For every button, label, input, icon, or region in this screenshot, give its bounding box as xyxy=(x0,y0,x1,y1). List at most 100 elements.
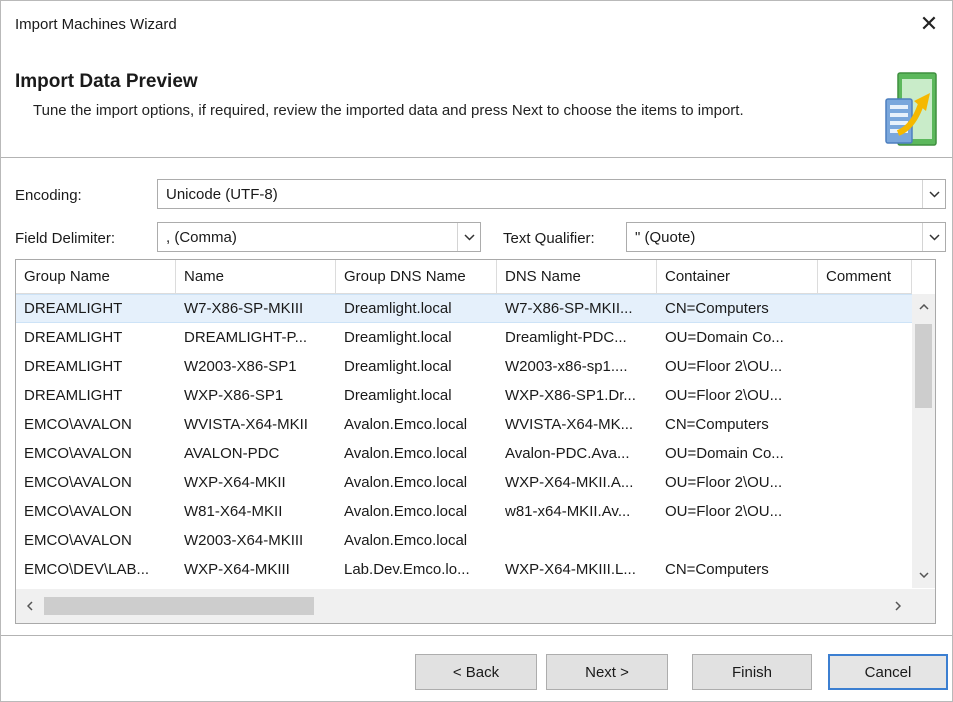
column-header-group-name[interactable]: Group Name xyxy=(16,260,176,294)
table-row[interactable]: EMCO\AVALON W2003-X64-MKIII Avalon.Emco.lo… xyxy=(16,526,912,555)
cell-container: OU=Floor 2\OU... xyxy=(665,358,783,375)
cell-name: W7-X86-SP-MKIII xyxy=(184,300,304,317)
table-row[interactable]: DREAMLIGHT DREAMLIGHT-P... Dreamlight.loca… xyxy=(16,323,912,352)
cell-dns-name xyxy=(497,526,657,555)
import-data-icon xyxy=(885,72,937,146)
window-title: Import Machines Wizard xyxy=(15,16,177,33)
scroll-down-icon[interactable] xyxy=(912,564,935,586)
cell-name: WXP-X64-MKII xyxy=(184,474,286,491)
horizontal-scroll-thumb[interactable] xyxy=(44,597,314,615)
vertical-scrollbar[interactable] xyxy=(912,294,935,588)
table-row[interactable]: DREAMLIGHT W2003-X86-SP1 Dreamlight.local W… xyxy=(16,352,912,381)
cell-group-dns-name: Dreamlight.local xyxy=(344,387,452,404)
horizontal-scrollbar[interactable] xyxy=(16,589,912,623)
text-qualifier-value: " (Quote) xyxy=(635,228,696,246)
cell-dns-name: w81-x64-MKII.Av... xyxy=(505,503,631,520)
cell-name: WXP-X64-MKIII xyxy=(184,561,290,578)
text-qualifier-select[interactable]: " (Quote) xyxy=(626,222,946,252)
footer-divider xyxy=(1,635,952,636)
cell-name: W2003-X64-MKIII xyxy=(184,532,304,549)
column-header-name[interactable]: Name xyxy=(176,260,336,294)
cell-dns-name: WVISTA-X64-MK... xyxy=(505,416,634,433)
encoding-value: Unicode (UTF-8) xyxy=(166,185,278,203)
cell-container: OU=Floor 2\OU... xyxy=(665,474,783,491)
finish-button[interactable]: Finish xyxy=(692,654,812,690)
scroll-left-icon[interactable] xyxy=(18,589,42,623)
cell-dns-name: Dreamlight-PDC... xyxy=(505,329,627,346)
cell-group-name: EMCO\DEV\LAB... xyxy=(24,561,150,578)
cell-dns-name: WXP-X86-SP1.Dr... xyxy=(505,387,636,404)
cell-group-dns-name: Avalon.Emco.local xyxy=(344,416,468,433)
cell-name: AVALON-PDC xyxy=(184,445,280,462)
import-machines-wizard-window: Import Machines Wizard ✕ Import Data Pre… xyxy=(0,0,953,702)
column-header-dns-name[interactable]: DNS Name xyxy=(497,260,657,294)
cell-container: OU=Domain Co... xyxy=(665,445,784,462)
next-button[interactable]: Next > xyxy=(546,654,668,690)
cell-group-name: DREAMLIGHT xyxy=(24,358,123,375)
table-row[interactable]: EMCO\AVALON AVALON-PDC Avalon.Emco.local Av… xyxy=(16,439,912,468)
cell-group-name: EMCO\AVALON xyxy=(24,445,132,462)
field-delimiter-value: , (Comma) xyxy=(166,228,237,246)
cell-container xyxy=(657,526,818,555)
scroll-up-icon[interactable] xyxy=(912,296,935,318)
chevron-down-icon[interactable] xyxy=(922,180,945,208)
cell-group-name: DREAMLIGHT xyxy=(24,300,123,317)
scrollbar-corner xyxy=(912,589,935,623)
cell-group-dns-name: Avalon.Emco.local xyxy=(344,474,468,491)
cell-name: WXP-X86-SP1 xyxy=(184,387,284,404)
column-header-group-dns-name[interactable]: Group DNS Name xyxy=(336,260,497,294)
cell-comment xyxy=(818,410,912,439)
back-button[interactable]: < Back xyxy=(415,654,537,690)
cell-group-name: DREAMLIGHT xyxy=(24,329,123,346)
column-header-comment[interactable]: Comment xyxy=(818,260,912,294)
close-icon[interactable]: ✕ xyxy=(914,9,944,39)
cell-dns-name: WXP-X64-MKII.A... xyxy=(505,474,634,491)
text-qualifier-label: Text Qualifier: xyxy=(503,230,595,247)
cell-name: WVISTA-X64-MKII xyxy=(184,416,308,433)
cell-group-dns-name: Lab.Dev.Emco.lo... xyxy=(344,561,470,578)
cancel-button[interactable]: Cancel xyxy=(828,654,948,690)
cell-group-name: EMCO\AVALON xyxy=(24,503,132,520)
cell-name: DREAMLIGHT-P... xyxy=(184,329,308,346)
cell-group-name: DREAMLIGHT xyxy=(24,387,123,404)
cell-comment xyxy=(818,381,912,410)
table-row[interactable]: EMCO\AVALON WXP-X64-MKII Avalon.Emco.local… xyxy=(16,468,912,497)
cell-group-name: EMCO\AVALON xyxy=(24,532,132,549)
field-delimiter-label: Field Delimiter: xyxy=(15,230,116,247)
grid-rows: DREAMLIGHT W7-X86-SP-MKIII Dreamlight.loca… xyxy=(16,294,912,588)
cell-dns-name: W7-X86-SP-MKII... xyxy=(505,300,633,317)
cell-container: OU=Domain Co... xyxy=(665,329,784,346)
cell-comment xyxy=(818,497,912,526)
cell-comment xyxy=(818,295,912,322)
cell-comment xyxy=(818,439,912,468)
cell-group-dns-name: Dreamlight.local xyxy=(344,300,452,317)
encoding-select[interactable]: Unicode (UTF-8) xyxy=(157,179,946,209)
cell-group-name: EMCO\AVALON xyxy=(24,474,132,491)
vertical-scroll-thumb[interactable] xyxy=(915,324,932,408)
table-row[interactable]: EMCO\AVALON W81-X64-MKII Avalon.Emco.local… xyxy=(16,497,912,526)
scroll-right-icon[interactable] xyxy=(886,589,910,623)
cell-container: CN=Computers xyxy=(665,561,769,578)
page-title: Import Data Preview xyxy=(15,71,198,92)
cell-name: W2003-X86-SP1 xyxy=(184,358,297,375)
field-delimiter-select[interactable]: , (Comma) xyxy=(157,222,481,252)
encoding-label: Encoding: xyxy=(15,187,82,204)
cell-container: OU=Floor 2\OU... xyxy=(665,503,783,520)
header-divider xyxy=(1,157,952,158)
title-bar: Import Machines Wizard ✕ xyxy=(1,1,952,49)
grid-header: Group Name Name Group DNS Name DNS Name Cont… xyxy=(16,260,935,294)
cell-comment xyxy=(818,526,912,555)
table-row[interactable]: EMCO\DEV\LAB... WXP-X64-MKIII Lab.Dev.Emco… xyxy=(16,555,912,584)
cell-dns-name: WXP-X64-MKIII.L... xyxy=(505,561,636,578)
cell-container: OU=Floor 2\OU... xyxy=(665,387,783,404)
chevron-down-icon[interactable] xyxy=(457,223,480,251)
table-row[interactable]: DREAMLIGHT WXP-X86-SP1 Dreamlight.local WXP… xyxy=(16,381,912,410)
column-header-container[interactable]: Container xyxy=(657,260,818,294)
cell-comment xyxy=(818,323,912,352)
table-row[interactable]: EMCO\AVALON WVISTA-X64-MKII Avalon.Emco.lo… xyxy=(16,410,912,439)
chevron-down-icon[interactable] xyxy=(922,223,945,251)
table-row[interactable]: DREAMLIGHT W7-X86-SP-MKIII Dreamlight.loca… xyxy=(16,294,912,323)
data-preview-grid[interactable]: Group Name Name Group DNS Name DNS Name Cont… xyxy=(15,259,936,624)
cell-dns-name: W2003-x86-sp1.... xyxy=(505,358,628,375)
cell-group-dns-name: Avalon.Emco.local xyxy=(344,503,468,520)
